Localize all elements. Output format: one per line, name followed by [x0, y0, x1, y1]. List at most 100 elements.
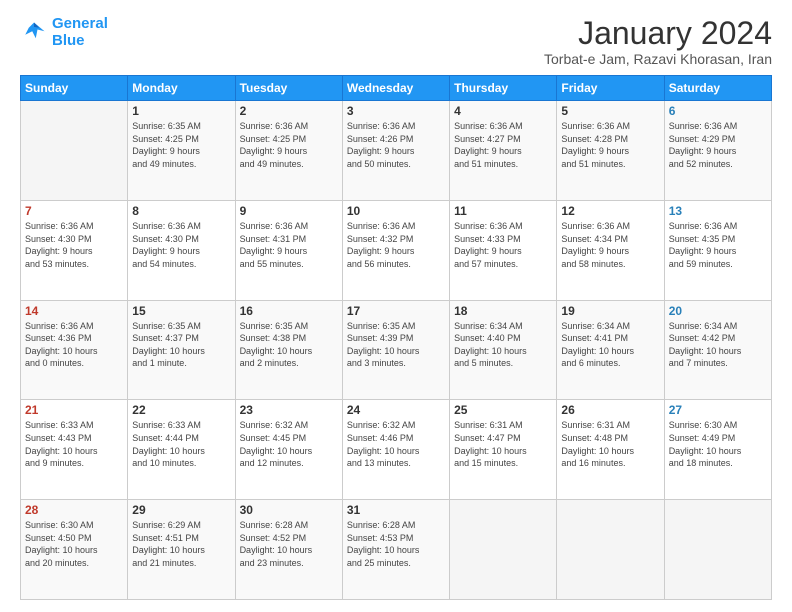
- day-info: Sunrise: 6:28 AMSunset: 4:52 PMDaylight:…: [240, 519, 338, 569]
- day-number: 8: [132, 204, 230, 218]
- day-info: Sunrise: 6:35 AMSunset: 4:25 PMDaylight:…: [132, 120, 230, 170]
- col-friday: Friday: [557, 76, 664, 101]
- day-number: 20: [669, 304, 767, 318]
- day-cell: [21, 101, 128, 201]
- day-cell: [664, 500, 771, 600]
- day-cell: 25Sunrise: 6:31 AMSunset: 4:47 PMDayligh…: [450, 400, 557, 500]
- day-info: Sunrise: 6:36 AMSunset: 4:28 PMDaylight:…: [561, 120, 659, 170]
- calendar-table: Sunday Monday Tuesday Wednesday Thursday…: [20, 75, 772, 600]
- day-info: Sunrise: 6:34 AMSunset: 4:40 PMDaylight:…: [454, 320, 552, 370]
- day-number: 7: [25, 204, 123, 218]
- day-cell: 27 Sunrise: 6:30 AMSunset: 4:49 PMDayligh…: [664, 400, 771, 500]
- day-cell: 10Sunrise: 6:36 AMSunset: 4:32 PMDayligh…: [342, 200, 449, 300]
- day-number: 30: [240, 503, 338, 517]
- title-block: January 2024 Torbat-e Jam, Razavi Khoras…: [544, 16, 772, 67]
- day-number: 22: [132, 403, 230, 417]
- day-info: Sunrise: 6:32 AMSunset: 4:45 PMDaylight:…: [240, 419, 338, 469]
- week-row-3: 14Sunrise: 6:36 AMSunset: 4:36 PMDayligh…: [21, 300, 772, 400]
- day-number: 6: [669, 104, 767, 118]
- day-cell: 3 Sunrise: 6:36 AMSunset: 4:26 PMDaylight…: [342, 101, 449, 201]
- day-cell: 31 Sunrise: 6:28 AMSunset: 4:53 PMDayligh…: [342, 500, 449, 600]
- logo-line2: Blue: [52, 32, 85, 49]
- day-info: Sunrise: 6:36 AMSunset: 4:34 PMDaylight:…: [561, 220, 659, 270]
- day-number: 25: [454, 403, 552, 417]
- day-number: 23: [240, 403, 338, 417]
- day-number: 2: [240, 104, 338, 118]
- day-info: Sunrise: 6:36 AMSunset: 4:32 PMDaylight:…: [347, 220, 445, 270]
- calendar-subtitle: Torbat-e Jam, Razavi Khorasan, Iran: [544, 51, 772, 67]
- logo-text: General Blue: [52, 16, 108, 49]
- day-cell: 30 Sunrise: 6:28 AMSunset: 4:52 PMDayligh…: [235, 500, 342, 600]
- day-info: Sunrise: 6:30 AMSunset: 4:50 PMDaylight:…: [25, 519, 123, 569]
- day-number: 19: [561, 304, 659, 318]
- day-info: Sunrise: 6:28 AMSunset: 4:53 PMDaylight:…: [347, 519, 445, 569]
- day-number: 1: [132, 104, 230, 118]
- day-number: 29: [132, 503, 230, 517]
- day-number: 3: [347, 104, 445, 118]
- day-info: Sunrise: 6:33 AMSunset: 4:44 PMDaylight:…: [132, 419, 230, 469]
- day-info: Sunrise: 6:35 AMSunset: 4:38 PMDaylight:…: [240, 320, 338, 370]
- day-cell: 21Sunrise: 6:33 AMSunset: 4:43 PMDayligh…: [21, 400, 128, 500]
- day-number: 17: [347, 304, 445, 318]
- day-info: Sunrise: 6:36 AMSunset: 4:25 PMDaylight:…: [240, 120, 338, 170]
- week-row-4: 21Sunrise: 6:33 AMSunset: 4:43 PMDayligh…: [21, 400, 772, 500]
- day-cell: 20 Sunrise: 6:34 AMSunset: 4:42 PMDayligh…: [664, 300, 771, 400]
- day-number: 16: [240, 304, 338, 318]
- day-cell: 16 Sunrise: 6:35 AMSunset: 4:38 PMDayligh…: [235, 300, 342, 400]
- day-number: 28: [25, 503, 123, 517]
- col-monday: Monday: [128, 76, 235, 101]
- day-cell: 14Sunrise: 6:36 AMSunset: 4:36 PMDayligh…: [21, 300, 128, 400]
- day-info: Sunrise: 6:34 AMSunset: 4:41 PMDaylight:…: [561, 320, 659, 370]
- day-number: 11: [454, 204, 552, 218]
- day-cell: 1 Sunrise: 6:35 AMSunset: 4:25 PMDaylight…: [128, 101, 235, 201]
- day-number: 18: [454, 304, 552, 318]
- day-info: Sunrise: 6:34 AMSunset: 4:42 PMDaylight:…: [669, 320, 767, 370]
- day-number: 13: [669, 204, 767, 218]
- day-info: Sunrise: 6:35 AMSunset: 4:37 PMDaylight:…: [132, 320, 230, 370]
- day-info: Sunrise: 6:36 AMSunset: 4:30 PMDaylight:…: [132, 220, 230, 270]
- day-cell: 7 Sunrise: 6:36 AMSunset: 4:30 PMDaylight…: [21, 200, 128, 300]
- week-row-5: 28 Sunrise: 6:30 AMSunset: 4:50 PMDayligh…: [21, 500, 772, 600]
- day-number: 21: [25, 403, 123, 417]
- calendar-title: January 2024: [544, 16, 772, 51]
- day-cell: 29 Sunrise: 6:29 AMSunset: 4:51 PMDayligh…: [128, 500, 235, 600]
- day-cell: [450, 500, 557, 600]
- day-number: 31: [347, 503, 445, 517]
- day-cell: 23 Sunrise: 6:32 AMSunset: 4:45 PMDayligh…: [235, 400, 342, 500]
- col-thursday: Thursday: [450, 76, 557, 101]
- day-cell: 8 Sunrise: 6:36 AMSunset: 4:30 PMDaylight…: [128, 200, 235, 300]
- day-number: 26: [561, 403, 659, 417]
- day-cell: 26Sunrise: 6:31 AMSunset: 4:48 PMDayligh…: [557, 400, 664, 500]
- col-tuesday: Tuesday: [235, 76, 342, 101]
- day-info: Sunrise: 6:35 AMSunset: 4:39 PMDaylight:…: [347, 320, 445, 370]
- day-info: Sunrise: 6:36 AMSunset: 4:26 PMDaylight:…: [347, 120, 445, 170]
- day-cell: 18 Sunrise: 6:34 AMSunset: 4:40 PMDayligh…: [450, 300, 557, 400]
- day-cell: 2 Sunrise: 6:36 AMSunset: 4:25 PMDaylight…: [235, 101, 342, 201]
- day-cell: 13Sunrise: 6:36 AMSunset: 4:35 PMDayligh…: [664, 200, 771, 300]
- header-row: Sunday Monday Tuesday Wednesday Thursday…: [21, 76, 772, 101]
- logo-icon: [20, 19, 48, 47]
- logo-line1: General: [52, 15, 108, 32]
- day-cell: 28 Sunrise: 6:30 AMSunset: 4:50 PMDayligh…: [21, 500, 128, 600]
- logo: General Blue: [20, 16, 108, 49]
- day-info: Sunrise: 6:36 AMSunset: 4:30 PMDaylight:…: [25, 220, 123, 270]
- day-cell: 22 Sunrise: 6:33 AMSunset: 4:44 PMDayligh…: [128, 400, 235, 500]
- day-cell: 17 Sunrise: 6:35 AMSunset: 4:39 PMDayligh…: [342, 300, 449, 400]
- day-cell: 6Sunrise: 6:36 AMSunset: 4:29 PMDaylight…: [664, 101, 771, 201]
- day-info: Sunrise: 6:29 AMSunset: 4:51 PMDaylight:…: [132, 519, 230, 569]
- day-number: 27: [669, 403, 767, 417]
- day-cell: 12Sunrise: 6:36 AMSunset: 4:34 PMDayligh…: [557, 200, 664, 300]
- day-info: Sunrise: 6:36 AMSunset: 4:27 PMDaylight:…: [454, 120, 552, 170]
- day-cell: 24 Sunrise: 6:32 AMSunset: 4:46 PMDayligh…: [342, 400, 449, 500]
- header: General Blue January 2024 Torbat-e Jam, …: [20, 16, 772, 67]
- week-row-2: 7 Sunrise: 6:36 AMSunset: 4:30 PMDaylight…: [21, 200, 772, 300]
- day-info: Sunrise: 6:30 AMSunset: 4:49 PMDaylight:…: [669, 419, 767, 469]
- col-saturday: Saturday: [664, 76, 771, 101]
- day-cell: 5Sunrise: 6:36 AMSunset: 4:28 PMDaylight…: [557, 101, 664, 201]
- day-info: Sunrise: 6:36 AMSunset: 4:31 PMDaylight:…: [240, 220, 338, 270]
- day-info: Sunrise: 6:36 AMSunset: 4:33 PMDaylight:…: [454, 220, 552, 270]
- day-info: Sunrise: 6:32 AMSunset: 4:46 PMDaylight:…: [347, 419, 445, 469]
- day-cell: 9Sunrise: 6:36 AMSunset: 4:31 PMDaylight…: [235, 200, 342, 300]
- day-cell: 4Sunrise: 6:36 AMSunset: 4:27 PMDaylight…: [450, 101, 557, 201]
- day-number: 24: [347, 403, 445, 417]
